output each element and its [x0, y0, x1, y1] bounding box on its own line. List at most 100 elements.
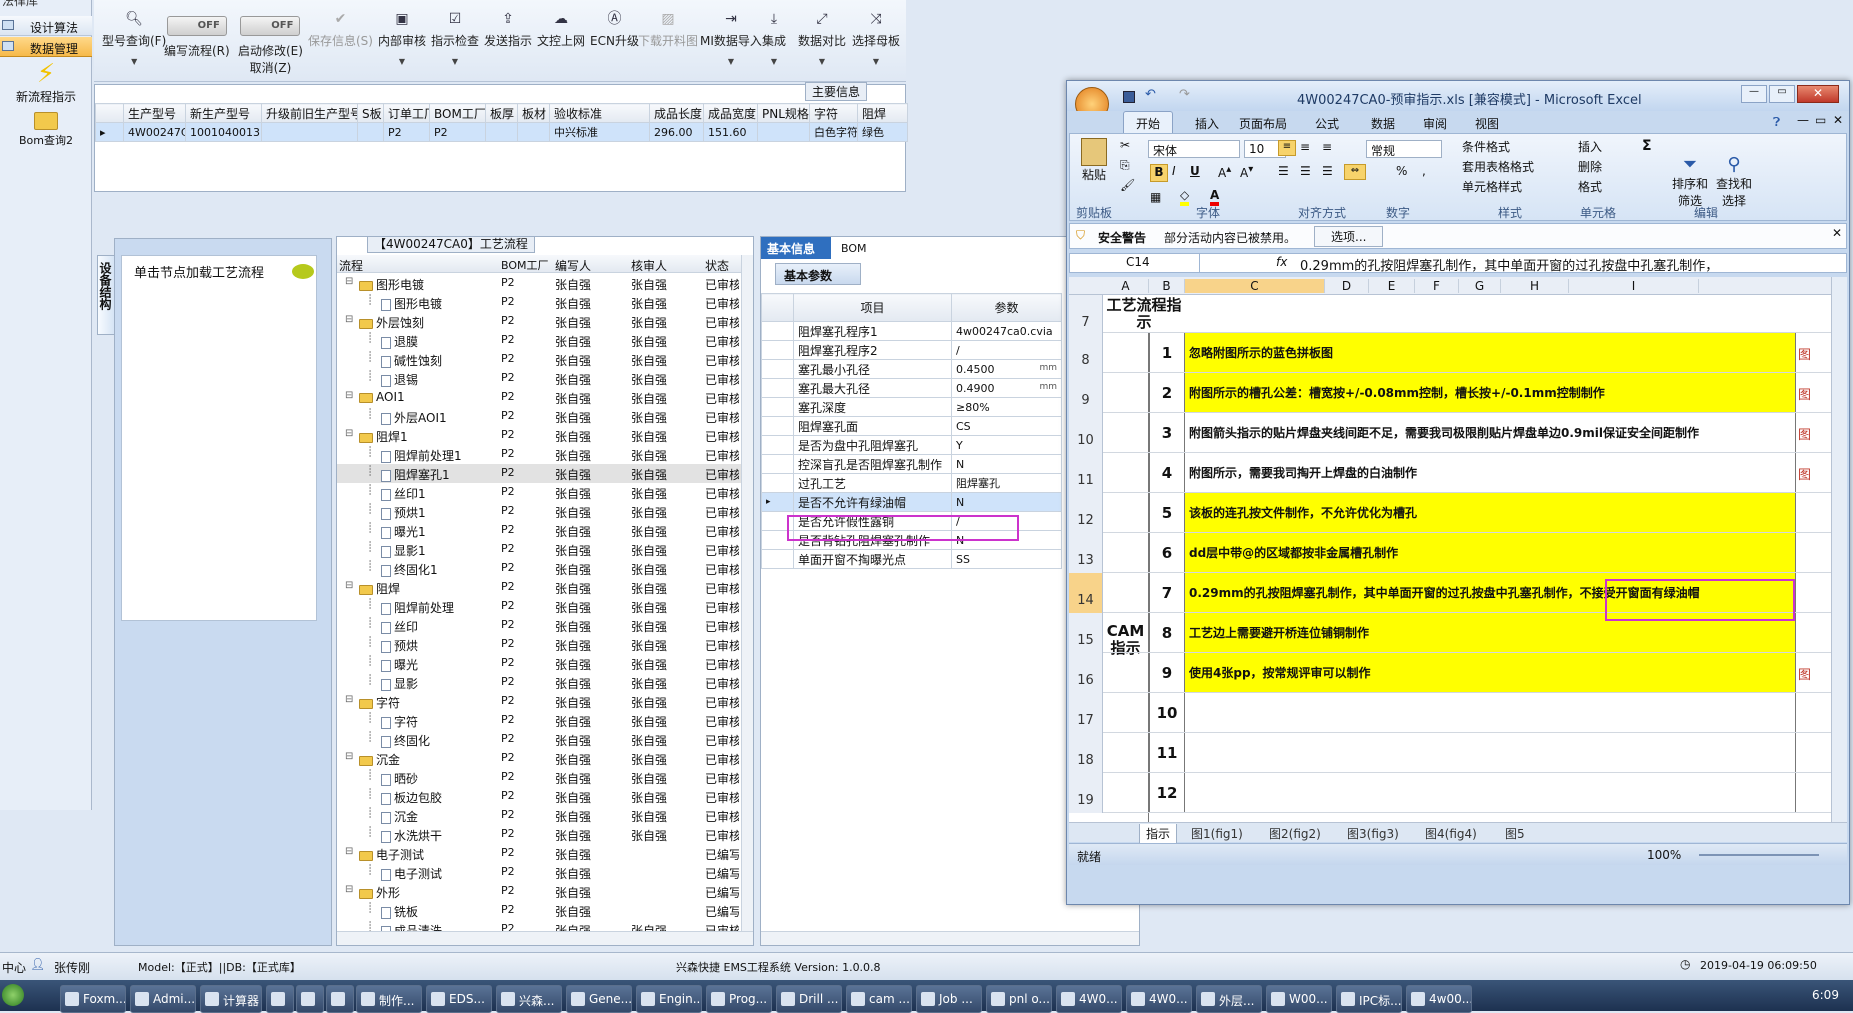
table-cell[interactable]: SS [951, 549, 1062, 569]
align-right-button[interactable]: ☰ [1322, 164, 1333, 178]
tree-expander-icon[interactable]: ┊ [367, 637, 373, 648]
link-cell[interactable] [1795, 493, 1831, 532]
format-painter-icon[interactable]: 🖌︎ [1120, 178, 1135, 192]
excel-row-header[interactable]: 14 [1069, 573, 1103, 613]
border-icon[interactable]: ▦ [1150, 190, 1161, 204]
vertical-scrollbar[interactable] [1831, 277, 1847, 822]
tree-expander-icon[interactable]: ┊ [367, 409, 373, 420]
table-cell[interactable]: CS [951, 416, 1062, 436]
excel-row-header[interactable]: 16 [1069, 653, 1103, 693]
instruction-check-button[interactable]: ☑ 指示检查 ▼ [431, 12, 479, 66]
delete-cell-button[interactable]: 删除 [1578, 158, 1602, 175]
instruction-cell[interactable] [1185, 693, 1795, 732]
tree-expander-icon[interactable]: ┊ [367, 295, 373, 306]
table-cell[interactable]: 是否为盘中孔阻焊塞孔 [793, 435, 952, 455]
table-row[interactable]: 塞孔深度 ≥80% [761, 397, 1062, 417]
tab-basic-info[interactable]: 基本信息 [761, 237, 831, 259]
excel-column-header[interactable]: D [1325, 279, 1369, 293]
instruction-cell[interactable] [1185, 773, 1795, 812]
taskbar-item[interactable]: Admi... [130, 985, 196, 1013]
redo-icon[interactable]: ↷ [1179, 87, 1190, 102]
instruction-cell[interactable]: 附图箭头指示的贴片焊盘夹线间距不足，需要我司极限削贴片焊盘单边0.9mil保证安… [1185, 413, 1795, 452]
number-cell[interactable]: 6 [1149, 533, 1185, 572]
start-modify-toggle[interactable]: OFF 启动修改(E) 取消(Z) [238, 16, 303, 76]
edit-process-toggle[interactable]: OFF 编写流程(R) [164, 16, 230, 59]
tree-expander-icon[interactable]: ┊ [367, 713, 373, 724]
decrease-font-button[interactable]: A▾ [1240, 164, 1253, 180]
table-cell[interactable]: 单面开窗不掏曝光点 [793, 549, 952, 569]
instruction-cell[interactable]: 使用4张pp，按常规评审可以制作 [1185, 653, 1795, 692]
table-cell[interactable]: 0.4500 mm [951, 359, 1062, 379]
column-header[interactable]: S板 [357, 103, 384, 123]
sheet-tab[interactable]: 图1(fig1) [1185, 824, 1249, 843]
link-cell[interactable] [1795, 773, 1831, 812]
insert-cell-button[interactable]: 插入 [1578, 138, 1602, 155]
tree-row[interactable]: ┊ 显影 P2 张自强 张自强 已审核 [337, 673, 741, 692]
table-cell[interactable]: 296.00 [649, 122, 704, 142]
excel-row-header[interactable]: 12 [1069, 493, 1103, 533]
table-cell[interactable]: 阻焊塞孔程序1 [793, 321, 952, 341]
taskbar-item[interactable]: Gene... [566, 985, 632, 1013]
formula-input[interactable]: 0.29mm的孔按阻焊塞孔制作，其中单面开窗的过孔按盘中孔塞孔制作， [1300, 255, 1820, 274]
help-icon[interactable]: ❓︎ [1773, 115, 1780, 130]
column-header[interactable]: BOM工厂 [501, 257, 549, 273]
tree-expander-icon[interactable]: ┊ [367, 675, 373, 686]
tab-page-layout[interactable]: 页面布局 [1239, 115, 1287, 132]
number-cell[interactable]: 4 [1149, 453, 1185, 492]
doc-control-online-button[interactable]: ☁ 文控上网 [537, 12, 585, 49]
table-cell[interactable]: / [951, 340, 1062, 360]
link-cell[interactable] [1795, 533, 1831, 572]
tree-row[interactable]: ⊟ 字符 P2 张自强 张自强 已审核 [337, 692, 741, 711]
tree-row[interactable]: ┊ 沉金 P2 张自强 张自强 已审核 [337, 806, 741, 825]
excel-row-header[interactable]: 17 [1069, 693, 1103, 733]
align-bottom-button[interactable]: ≡ [1322, 140, 1332, 154]
close-button[interactable]: ✕ [1797, 85, 1839, 103]
maximize-button[interactable]: ▭ [1769, 85, 1795, 103]
column-header[interactable]: 订单工厂 [383, 103, 430, 123]
tab-review[interactable]: 审阅 [1423, 115, 1447, 132]
tree-expander-icon[interactable]: ┊ [367, 618, 373, 629]
number-cell[interactable]: 10 [1149, 693, 1185, 732]
table-cell[interactable]: 是否不允许有绿油帽 [793, 492, 952, 512]
number-cell[interactable]: 7 [1149, 573, 1185, 612]
sheet-tab[interactable]: 图2(fig2) [1263, 824, 1327, 843]
save-icon[interactable] [1123, 91, 1135, 103]
tab-home[interactable]: 开始 [1123, 111, 1174, 135]
tree-row[interactable]: ⊟ AOI1 P2 张自强 张自强 已审核 [337, 388, 741, 407]
table-cell[interactable]: 4W00247CA0 [123, 122, 186, 142]
excel-row-header[interactable]: 11 [1069, 453, 1103, 493]
link-cell[interactable]: 图 [1795, 373, 1831, 412]
table-row[interactable]: 过孔工艺 阻焊塞孔 [761, 473, 1062, 493]
column-header[interactable]: 状态 [705, 257, 729, 274]
tree-row[interactable]: ┊ 电子测试 P2 张自强 已编写 [337, 863, 741, 882]
data-compare-button[interactable]: ⤢ 数据对比 ▼ [798, 12, 846, 66]
tab-formulas[interactable]: 公式 [1315, 115, 1339, 132]
table-cell[interactable]: 过孔工艺 [793, 473, 952, 493]
table-cell[interactable]: 塞孔深度 [793, 397, 952, 417]
table-cell[interactable]: 中兴标准 [549, 122, 650, 142]
tree-row[interactable]: ┊ 退膜 P2 张自强 张自强 已审核 [337, 331, 741, 350]
tree-expander-icon[interactable]: ┊ [367, 599, 373, 610]
excel-column-header[interactable]: E [1369, 279, 1415, 293]
link-cell[interactable]: 图 [1795, 413, 1831, 452]
excel-column-header[interactable]: I [1569, 279, 1699, 293]
taskbar-item[interactable]: 4W0... [1126, 985, 1192, 1013]
link-cell[interactable] [1795, 693, 1831, 732]
tree-expander-icon[interactable]: ⊟ [345, 390, 353, 401]
number-cell[interactable]: 5 [1149, 493, 1185, 532]
excel-row-header[interactable]: 13 [1069, 533, 1103, 573]
tree-expander-icon[interactable]: ┊ [367, 732, 373, 743]
column-header[interactable]: PNL规格 [757, 103, 810, 123]
align-middle-button[interactable]: ≡ [1300, 140, 1310, 154]
table-cell[interactable]: Y [951, 435, 1062, 455]
tree-expander-icon[interactable]: ┊ [367, 903, 373, 914]
instruction-cell[interactable]: 忽略附图所示的蓝色拼板图 [1185, 333, 1795, 372]
save-info-button[interactable]: ✔ 保存信息(S) [308, 12, 373, 49]
tree-expander-icon[interactable]: ┊ [367, 865, 373, 876]
table-cell[interactable]: N [951, 454, 1062, 474]
number-cell[interactable]: 3 [1149, 413, 1185, 452]
tree-row[interactable]: ┊ 外层AOI1 P2 张自强 张自强 已审核 [337, 407, 741, 426]
table-cell[interactable]: 阻焊塞孔 [951, 473, 1062, 493]
cell-style-button[interactable]: 单元格样式 [1462, 178, 1522, 195]
underline-button[interactable]: U [1190, 164, 1200, 178]
